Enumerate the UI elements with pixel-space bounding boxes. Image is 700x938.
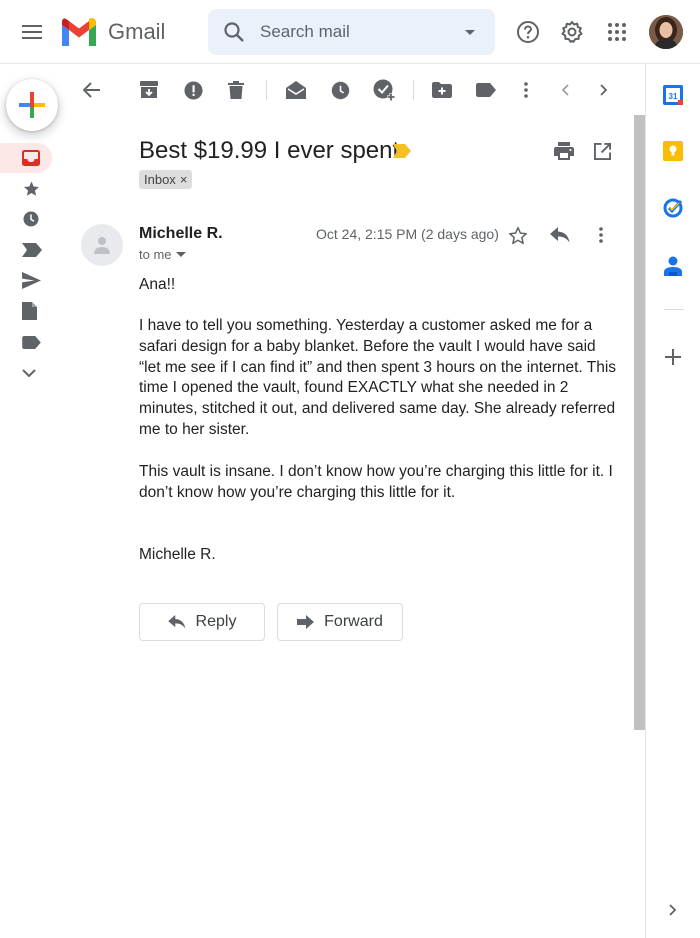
- new-window-button[interactable]: [588, 137, 616, 165]
- importance-marker-icon[interactable]: [393, 144, 411, 158]
- inbox-icon: [22, 150, 40, 166]
- older-button[interactable]: [590, 76, 618, 104]
- chevron-left-icon: [561, 84, 569, 96]
- print-icon: [554, 142, 574, 160]
- reply-icon: [167, 615, 185, 629]
- reply-button[interactable]: [547, 222, 573, 248]
- sender-name[interactable]: Michelle R.: [139, 225, 223, 243]
- app-name: Gmail: [108, 19, 166, 44]
- apps-grid-icon[interactable]: [597, 12, 637, 52]
- delete-button[interactable]: [222, 76, 250, 104]
- sender-avatar[interactable]: [81, 224, 123, 266]
- reply-action-label: Reply: [195, 613, 237, 630]
- labels-button[interactable]: [472, 76, 500, 104]
- add-to-tasks-button[interactable]: [370, 76, 398, 104]
- nav-important[interactable]: [0, 235, 64, 265]
- recipient-text: to me: [139, 247, 172, 262]
- keep-icon[interactable]: [661, 139, 685, 163]
- search-options-caret-icon[interactable]: [458, 20, 482, 44]
- forward-action-button[interactable]: Forward: [277, 603, 403, 641]
- back-button[interactable]: [78, 76, 106, 104]
- star-icon: [24, 181, 39, 196]
- clock-icon: [23, 211, 39, 227]
- forward-icon: [297, 615, 315, 629]
- message-date: Oct 24, 2:15 PM (2 days ago): [316, 226, 499, 242]
- message-signature: Michelle R.: [139, 546, 216, 563]
- add-icon[interactable]: [661, 345, 685, 369]
- calendar-icon[interactable]: 31: [661, 83, 685, 107]
- nav-label[interactable]: [0, 327, 64, 357]
- toolbar-divider: [266, 80, 267, 100]
- archive-button[interactable]: [135, 76, 163, 104]
- nav-snoozed[interactable]: [0, 204, 64, 234]
- add-task-icon: [373, 79, 395, 101]
- caret-down-icon: [175, 251, 186, 257]
- forward-action-label: Forward: [324, 613, 383, 630]
- send-icon: [22, 271, 41, 289]
- nav-inbox[interactable]: [0, 143, 52, 173]
- report-spam-button[interactable]: [179, 76, 207, 104]
- label-icon: [476, 83, 496, 97]
- side-panel-divider: [664, 309, 684, 310]
- reply-icon: [550, 227, 570, 243]
- message-paragraph: This vault is insane. I don’t know how y…: [139, 463, 613, 501]
- tasks-icon[interactable]: [661, 196, 685, 220]
- settings-icon[interactable]: [552, 12, 592, 52]
- search-icon[interactable]: [222, 20, 246, 44]
- side-panel: 31: [645, 64, 700, 938]
- label-chip-inbox: Inbox ×: [139, 170, 193, 189]
- chevron-right-icon[interactable]: [661, 898, 685, 922]
- search-bar[interactable]: [208, 9, 495, 55]
- move-to-button[interactable]: [428, 76, 456, 104]
- help-icon[interactable]: [508, 12, 548, 52]
- email-subject: Best $19.99 I ever spent: [139, 137, 400, 164]
- chevron-down-icon: [22, 368, 36, 377]
- chevron-right-icon: [600, 84, 608, 96]
- reply-action-button[interactable]: Reply: [139, 603, 265, 641]
- star-outline-icon: [508, 226, 528, 244]
- back-arrow-icon: [83, 82, 100, 98]
- nav-drafts[interactable]: [0, 296, 64, 326]
- menu-icon[interactable]: [12, 12, 52, 52]
- recipient-details[interactable]: to me: [139, 247, 186, 262]
- search-input[interactable]: [260, 21, 440, 43]
- nav-sent[interactable]: [0, 265, 64, 295]
- snooze-button[interactable]: [326, 76, 354, 104]
- mark-unread-button[interactable]: [282, 76, 310, 104]
- top-bar: Gmail: [0, 0, 700, 64]
- message-greeting: Ana!!: [139, 276, 176, 293]
- toolbar-divider: [413, 80, 414, 100]
- nav-more[interactable]: [0, 358, 64, 388]
- report-spam-icon: [183, 80, 203, 100]
- scrollbar-thumb[interactable]: [634, 115, 645, 730]
- account-avatar[interactable]: [649, 15, 683, 49]
- print-all-button[interactable]: [550, 137, 578, 165]
- label-icon: [22, 335, 41, 349]
- gmail-logo[interactable]: [60, 16, 98, 48]
- label-chip-text: Inbox: [144, 172, 176, 187]
- contacts-icon[interactable]: [661, 254, 685, 278]
- open-in-new-icon: [593, 142, 611, 160]
- star-button[interactable]: [505, 222, 531, 248]
- compose-button[interactable]: [6, 79, 58, 131]
- message-paragraph: I have to tell you something. Yesterday …: [139, 317, 617, 438]
- archive-icon: [140, 81, 158, 98]
- move-to-icon: [432, 82, 452, 98]
- more-vert-icon: [524, 82, 528, 98]
- newer-button[interactable]: [551, 76, 579, 104]
- label-icon: [22, 243, 42, 257]
- mark-unread-icon: [286, 81, 306, 99]
- trash-icon: [228, 81, 244, 99]
- file-icon: [22, 302, 37, 320]
- person-icon: [94, 237, 110, 254]
- calendar-day: 31: [669, 92, 678, 101]
- more-button[interactable]: [512, 76, 540, 104]
- message-more-button[interactable]: [588, 222, 614, 248]
- remove-label-button[interactable]: ×: [180, 172, 188, 187]
- nav-starred[interactable]: [0, 174, 64, 204]
- snooze-icon: [331, 81, 349, 99]
- more-vert-icon: [599, 227, 603, 243]
